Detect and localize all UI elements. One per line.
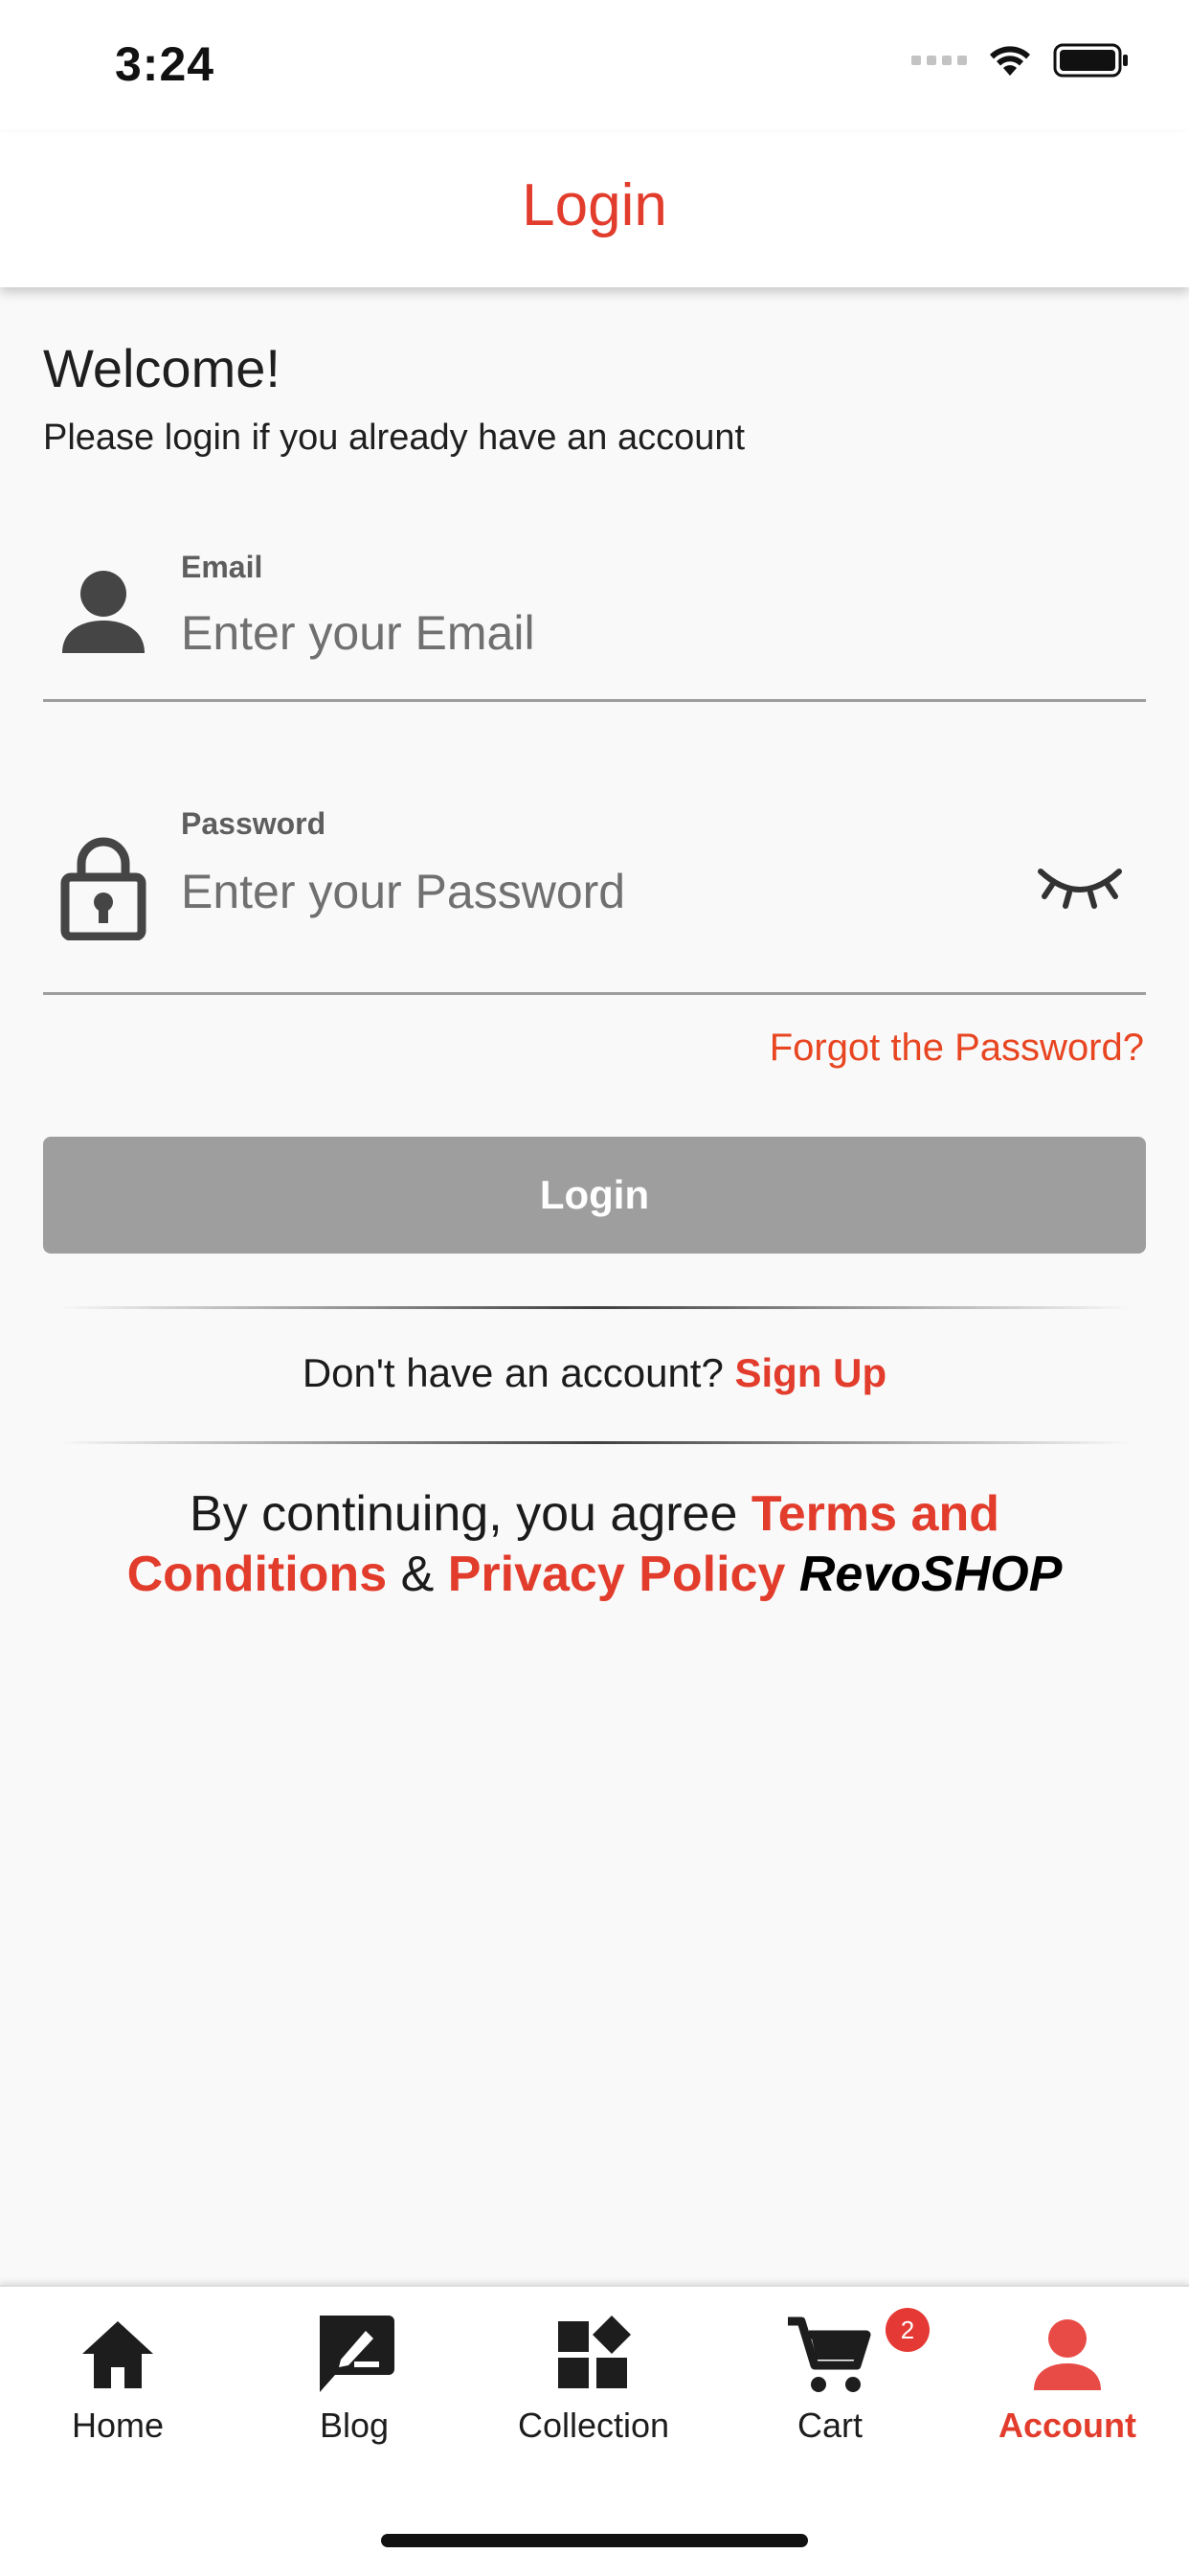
bottom-nav: Home Blog Collection 2 Cart Account — [0, 2285, 1189, 2576]
person-icon — [62, 571, 145, 653]
app-bar: Login — [0, 132, 1189, 287]
collection-icon — [558, 2316, 631, 2388]
home-indicator — [381, 2534, 808, 2547]
email-label: Email — [181, 550, 263, 584]
signup-link[interactable]: Sign Up — [735, 1350, 887, 1395]
terms-prefix: By continuing, you agree — [190, 1486, 738, 1542]
nav-label-home: Home — [71, 2406, 165, 2445]
battery-icon — [1053, 43, 1128, 78]
nav-label-collection: Collection — [517, 2406, 670, 2445]
nav-item-blog[interactable]: Blog — [258, 2310, 450, 2453]
password-input[interactable] — [181, 858, 1023, 925]
password-field: Password — [43, 802, 1146, 995]
terms-text: By continuing, you agree Terms and Condi… — [77, 1484, 1112, 1605]
divider — [57, 1306, 1132, 1309]
login-button[interactable]: Login — [43, 1137, 1146, 1254]
eye-closed-icon[interactable] — [1035, 862, 1125, 915]
cart-icon-wrapper: 2 — [782, 2308, 930, 2398]
welcome-title: Welcome! — [43, 338, 280, 398]
password-label: Password — [181, 806, 326, 841]
cart-badge: 2 — [886, 2308, 930, 2352]
status-icons — [911, 42, 1130, 79]
nav-item-account[interactable]: Account — [972, 2310, 1163, 2453]
page-title: Login — [522, 171, 667, 238]
wifi-icon — [990, 46, 1030, 76]
divider — [57, 1441, 1132, 1444]
cellular-signal-icon — [911, 56, 967, 65]
account-icon — [1034, 2319, 1101, 2390]
nav-item-collection[interactable]: Collection — [498, 2310, 689, 2453]
status-bar: 3:24 — [0, 0, 1189, 132]
lock-icon — [60, 837, 146, 940]
signup-row: Don't have an account? Sign Up — [0, 1350, 1189, 1396]
email-input[interactable] — [181, 599, 1023, 667]
blog-icon — [320, 2316, 394, 2392]
welcome-subtitle: Please login if you already have an acco… — [43, 418, 746, 458]
status-time: 3:24 — [115, 37, 215, 91]
email-field: Email — [43, 544, 1146, 702]
nav-item-cart[interactable]: 2 Cart — [734, 2308, 930, 2453]
home-icon — [82, 2321, 153, 2388]
forgot-password-link[interactable]: Forgot the Password? — [770, 1027, 1144, 1070]
nav-item-home[interactable]: Home — [22, 2310, 213, 2453]
privacy-link[interactable]: Privacy Policy — [448, 1547, 786, 1602]
terms-ampersand: & — [400, 1547, 435, 1602]
nav-label-blog: Blog — [319, 2406, 390, 2445]
signup-prompt: Don't have an account? — [302, 1350, 724, 1395]
nav-label-cart: Cart — [796, 2406, 863, 2445]
nav-label-account: Account — [998, 2406, 1136, 2445]
brand-name: RevoSHOP — [798, 1547, 1063, 1602]
cart-icon — [788, 2316, 871, 2392]
